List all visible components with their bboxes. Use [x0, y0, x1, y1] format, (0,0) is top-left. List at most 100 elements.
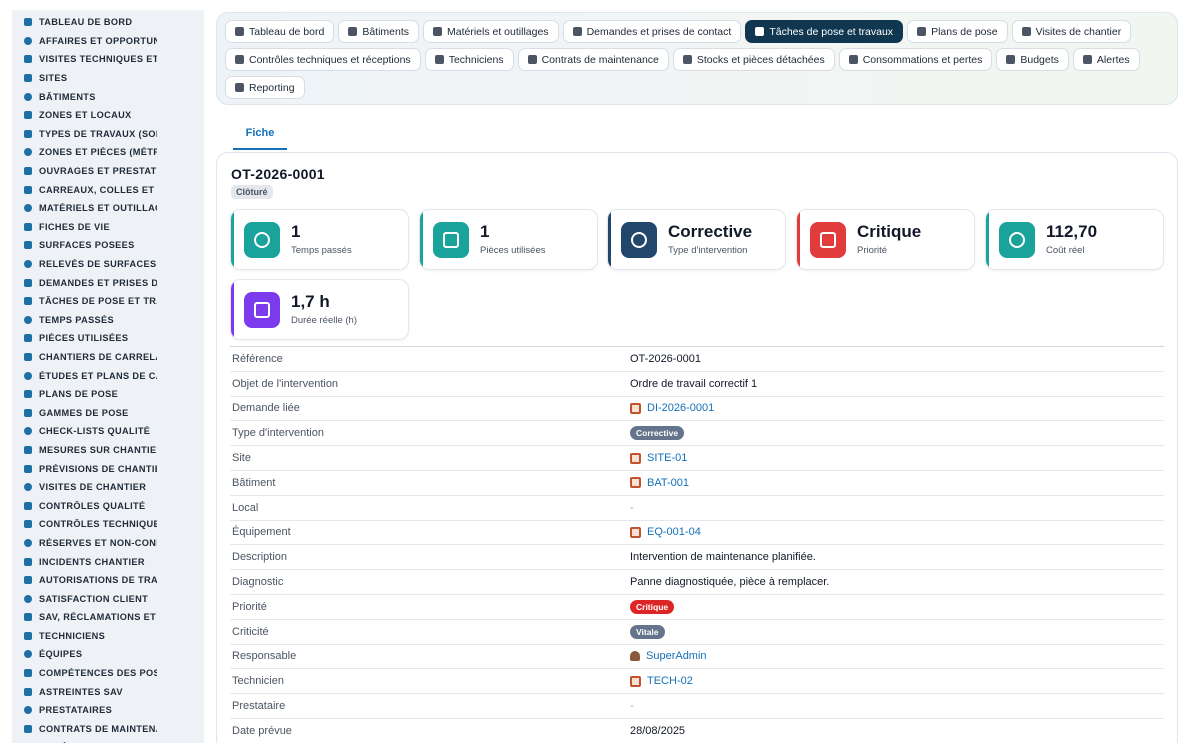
sidebar-item-label: Études et plans de ca [39, 370, 157, 381]
sidebar-item[interactable]: Techniciens [12, 627, 204, 646]
sidebar-item-label: Compétences des pos [39, 668, 157, 679]
diagnostic-value: Panne diagnostiquée, pièce à remplacer. [630, 576, 830, 589]
kpi-glyph [443, 232, 459, 248]
sidebar-item[interactable]: Types de travaux (sol [12, 125, 204, 144]
sidebar-item[interactable]: Visites techniques et [12, 50, 204, 69]
sidebar-item-label: Mesures sur chantier [39, 444, 157, 455]
sidebar-item[interactable]: Contrôles technique [12, 515, 204, 534]
sidebar-item-label: Sites [39, 73, 68, 84]
sidebar-item[interactable]: Compétences des pos [12, 664, 204, 683]
page-title: OT-2026-0001 [231, 166, 325, 182]
sidebar-item[interactable]: Temps passés [12, 311, 204, 330]
menu-icon [24, 669, 32, 678]
tab-fiche[interactable]: Fiche [233, 122, 287, 150]
sidebar-item[interactable]: Relevés de surfaces [12, 255, 204, 274]
tab-bar: Fiche [233, 122, 287, 152]
nav-button[interactable]: Tâches de pose et travaux [745, 20, 904, 43]
site-link[interactable]: SITE-01 [647, 452, 687, 464]
sidebar-item[interactable]: Matériels et outillag [12, 199, 204, 218]
sidebar-item[interactable]: Tableau de bord [12, 13, 204, 32]
menu-icon [24, 315, 32, 324]
sidebar-item[interactable]: Bâtiments [12, 87, 204, 106]
sidebar-item[interactable]: Visites de chantier [12, 478, 204, 497]
sidebar-item[interactable]: Modèles de contrats [12, 738, 204, 743]
contract-icon [527, 55, 537, 64]
sidebar-item[interactable]: Fiches de vie [12, 218, 204, 237]
sidebar-item[interactable]: Contrats de maintena [12, 720, 204, 739]
sidebar-item[interactable]: Autorisations de trav [12, 571, 204, 590]
sidebar-item-label: Visites de chantier [39, 482, 147, 493]
sidebar-item[interactable]: Zones et pièces (métr [12, 143, 204, 162]
detail-label: Référence [232, 352, 283, 365]
technicien-link[interactable]: TECH-02 [647, 675, 693, 687]
menu-icon [24, 483, 32, 492]
kpi-glyph [631, 232, 647, 248]
nav-button-label: Stocks et pièces détachées [696, 53, 825, 66]
detail-row: Objet de l'intervention Ordre de travail… [230, 370, 1164, 396]
nav-button[interactable]: Budgets [996, 48, 1069, 71]
nav-button[interactable]: Techniciens [424, 48, 514, 71]
sidebar-item[interactable]: Ouvrages et prestati [12, 162, 204, 181]
sidebar-item[interactable]: Contrôles qualité [12, 496, 204, 515]
kpi-card: 1 Temps passés [230, 209, 409, 270]
sidebar-item[interactable]: Tâches de pose et tra [12, 292, 204, 311]
detail-label: Local [232, 501, 259, 514]
responsable-link[interactable]: SuperAdmin [646, 650, 707, 662]
nav-button[interactable]: Stocks et pièces détachées [672, 48, 835, 71]
nav-button[interactable]: Bâtiments [338, 20, 419, 43]
sidebar-item[interactable]: Prestataires [12, 701, 204, 720]
sidebar-item[interactable]: Gammes de pose [12, 403, 204, 422]
sidebar-item[interactable]: Check-lists qualité [12, 422, 204, 441]
nav-button[interactable]: Demandes et prises de contact [562, 20, 742, 43]
sidebar-item[interactable]: Affaires et opportun [12, 32, 204, 51]
sidebar-item-label: Chantiers de carrela [39, 351, 157, 362]
criticite-pill: Vitale [630, 624, 665, 639]
type-pill: Corrective [630, 426, 685, 441]
tools-icon [621, 222, 657, 258]
sidebar-item[interactable]: Sites [12, 69, 204, 88]
nav-button[interactable]: Visites de chantier [1011, 20, 1132, 43]
sidebar-item[interactable]: Plans de pose [12, 385, 204, 404]
sidebar-item[interactable]: Chantiers de carrela [12, 348, 204, 367]
demande-link[interactable]: DI-2026-0001 [647, 402, 714, 414]
sidebar-item[interactable]: Demandes et prises d [12, 273, 204, 292]
sidebar-item[interactable]: Équipes [12, 645, 204, 664]
nav-button[interactable]: Contrôles techniques et réceptions [225, 48, 421, 71]
sidebar-item[interactable]: Astreintes SAV [12, 682, 204, 701]
kpi-glyph [1009, 232, 1025, 248]
kpi-card: 1 Pièces utilisées [419, 209, 598, 270]
kpi-accent [797, 210, 800, 269]
sidebar-item[interactable]: Satisfaction client [12, 589, 204, 608]
sidebar-item[interactable]: Prévisions de chantie [12, 459, 204, 478]
nav-button[interactable]: Tableau de bord [225, 20, 335, 43]
equipement-link[interactable]: EQ-001-04 [647, 526, 701, 538]
sidebar-item[interactable]: Réserves et non-conf [12, 534, 204, 553]
menu-icon [24, 74, 32, 83]
sidebar-item[interactable]: Mesures sur chantier [12, 441, 204, 460]
bell-icon [1082, 55, 1092, 64]
sidebar-item[interactable]: Surfaces posees [12, 236, 204, 255]
sidebar-item-label: Équipes [39, 649, 83, 660]
calendar-icon [917, 27, 927, 36]
sidebar-item[interactable]: Carreaux, colles et j [12, 180, 204, 199]
nav-button[interactable]: Alertes [1072, 48, 1140, 71]
batiment-link[interactable]: BAT-001 [647, 477, 689, 489]
sidebar-item-label: Affaires et opportun [39, 35, 157, 46]
nav-button[interactable]: Plans de pose [907, 20, 1008, 43]
kpi-value: 1 [480, 222, 490, 241]
kpi-value: 1 [291, 222, 301, 241]
nav-button[interactable]: Reporting [225, 76, 305, 99]
nav-button[interactable]: Consommations et pertes [838, 48, 993, 71]
nav-button[interactable]: Contrats de maintenance [517, 48, 669, 71]
sidebar-item[interactable]: SAV, réclamations et [12, 608, 204, 627]
menu-icon [24, 185, 32, 194]
menu-icon [24, 371, 32, 380]
kpi-label: Type d'intervention [668, 245, 748, 256]
nav-button[interactable]: Matériels et outillages [423, 20, 559, 43]
stopwatch-icon [244, 292, 280, 328]
sidebar-item[interactable]: Pièces utilisées [12, 329, 204, 348]
sidebar-item[interactable]: Incidents chantier [12, 552, 204, 571]
sidebar-item[interactable]: Études et plans de ca [12, 366, 204, 385]
detail-label: Équipement [232, 526, 291, 539]
sidebar-item[interactable]: Zones et locaux [12, 106, 204, 125]
